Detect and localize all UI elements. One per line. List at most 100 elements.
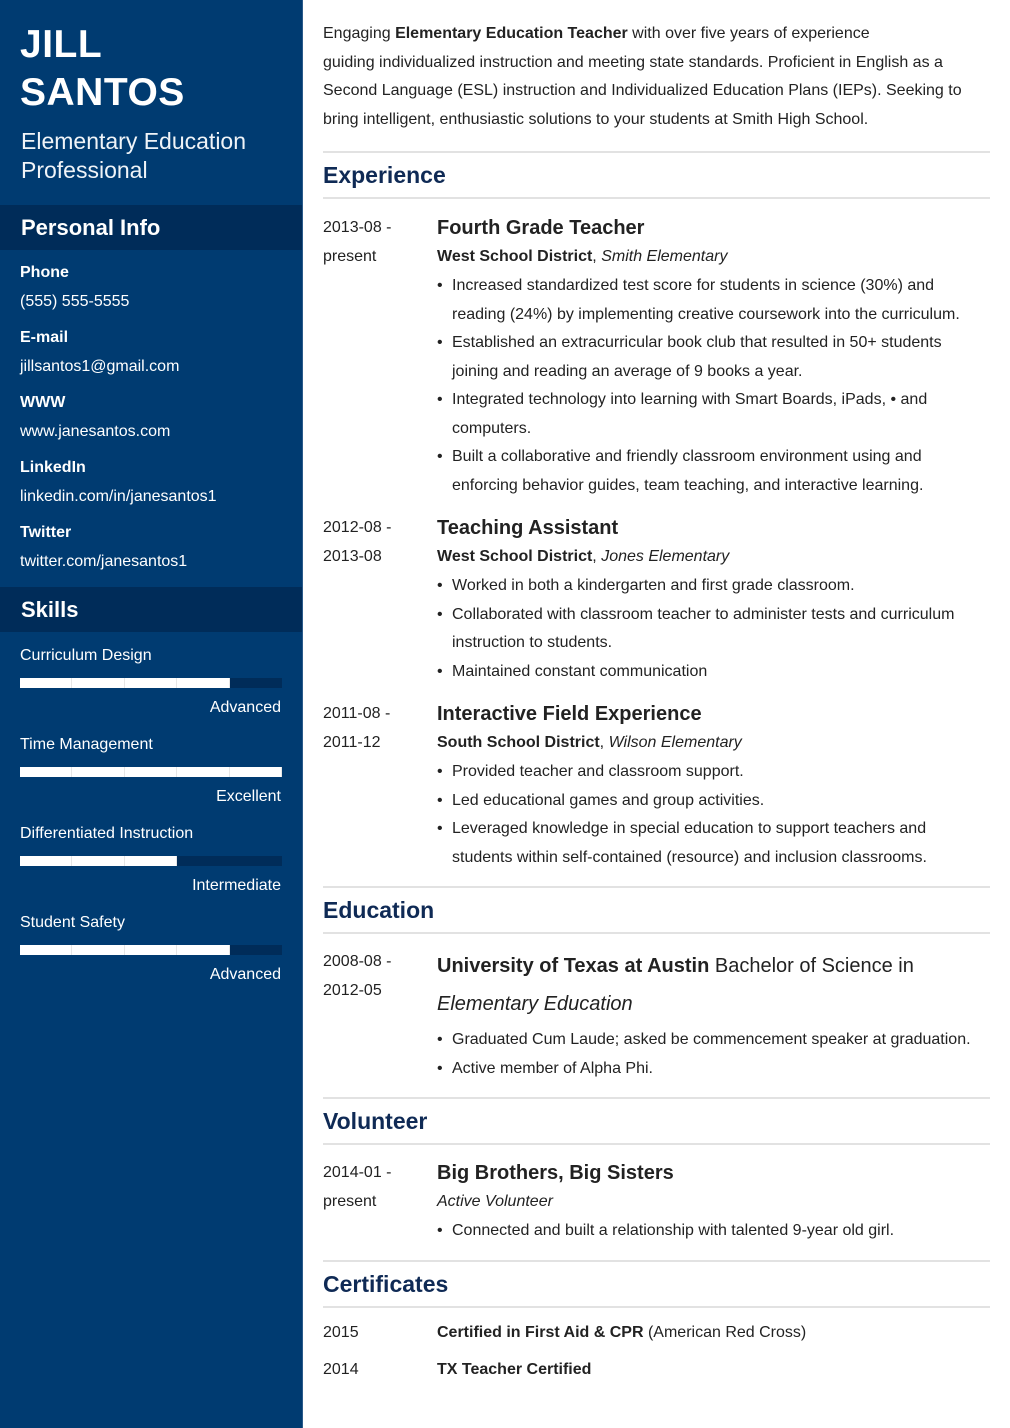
bullet-item: Graduated Cum Laude; asked be commenceme…	[437, 1026, 990, 1055]
section-divider	[323, 932, 990, 934]
date-end: 2011-12	[323, 733, 381, 751]
entry-body: University of Texas at Austin Bachelor o…	[437, 948, 990, 1083]
skill-segment-filled	[20, 767, 73, 777]
date-end: present	[323, 1192, 377, 1210]
bullet-item: Connected and built a relationship with …	[437, 1217, 990, 1246]
bullet-item: Maintained constant communication	[437, 658, 990, 687]
entry-date: 2008-08 - 2012-05	[323, 948, 437, 1083]
skill-segment-empty	[177, 856, 229, 866]
job-title: Fourth Grade Teacher	[437, 217, 645, 239]
skill-segment-empty	[230, 856, 282, 866]
skill-name: Differentiated Instruction	[20, 825, 194, 842]
phone-value[interactable]: (555) 555-5555	[20, 291, 282, 313]
personal-info-heading: Personal Info	[0, 205, 302, 250]
email-link[interactable]: jillsantos1@gmail.com	[20, 356, 282, 378]
summary: Engaging Elementary Education Teacher wi…	[323, 0, 990, 134]
first-name: JILL	[20, 23, 103, 66]
volunteer-entry: 2014-01 - present Big Brothers, Big Sist…	[323, 1159, 990, 1246]
degree-info: University of Texas at Austin Bachelor o…	[437, 948, 990, 1023]
skill-segment-filled	[177, 945, 230, 955]
skill-segment-filled	[124, 678, 178, 688]
entry-body: Interactive Field Experience South Schoo…	[437, 700, 990, 872]
linkedin-link[interactable]: linkedin.com/in/janesantos1	[20, 486, 282, 508]
skill-segment-filled	[72, 945, 125, 955]
job-title: Teaching Assistant	[437, 517, 619, 539]
skills-list: Curriculum Design Advanced Time Manageme…	[0, 632, 302, 985]
date-end: present	[323, 247, 377, 265]
skill-level-label: Excellent	[216, 788, 281, 805]
experience-entry: 2011-08 - 2011-12 Interactive Field Expe…	[323, 700, 990, 872]
candidate-title: Elementary Education Professional	[21, 128, 247, 183]
skill-item: Differentiated Instruction Intermediate	[20, 824, 282, 896]
employer-location: Wilson Elementary	[608, 734, 742, 751]
entry-body: Teaching Assistant West School District,…	[437, 514, 990, 686]
date-end: 2013-08	[323, 547, 382, 565]
employer-location: Smith Elementary	[601, 248, 728, 265]
summary-rest: guiding individualized instruction and m…	[323, 53, 962, 128]
skill-segment-filled	[177, 678, 230, 688]
skill-segment-filled	[20, 856, 73, 866]
entry-bullets: Connected and built a relationship with …	[437, 1217, 990, 1246]
entry-date: 2013-08 - present	[323, 214, 437, 500]
organization-name: Big Brothers, Big Sisters	[437, 1162, 674, 1184]
employer-name: West School District	[437, 548, 593, 565]
info-item-phone: Phone (555) 555-5555	[20, 262, 282, 313]
entry-date: 2012-08 - 2013-08	[323, 514, 437, 686]
certificate-entry: 2014 TX Teacher Certified	[323, 1351, 990, 1388]
skill-segment-empty	[230, 678, 282, 688]
entry-date: 2011-08 - 2011-12	[323, 700, 437, 872]
bullet-item: Led educational games and group activiti…	[437, 787, 990, 816]
website-link[interactable]: www.janesantos.com	[20, 421, 282, 443]
job-title: Interactive Field Experience	[437, 703, 702, 725]
skills-heading: Skills	[0, 587, 302, 632]
bullet-item: Leveraged knowledge in special education…	[437, 815, 990, 872]
skill-level-bar	[20, 767, 282, 777]
summary-line1: with over five years of experience	[627, 25, 870, 42]
experience-entry: 2013-08 - present Fourth Grade Teacher W…	[323, 214, 990, 500]
certificates-list: 2015 Certified in First Aid & CPR (Ameri…	[323, 1314, 990, 1388]
date-start: 2008-08 -	[323, 953, 392, 970]
skill-segment-filled	[124, 767, 178, 777]
employer-name: West School District	[437, 248, 593, 265]
candidate-name: JILL SANTOS	[0, 0, 302, 117]
certificate-year: 2014	[323, 1360, 359, 1378]
entry-bullets: Provided teacher and classroom support. …	[437, 758, 990, 872]
skill-segment-filled	[177, 767, 230, 777]
volunteer-heading: Volunteer	[323, 1108, 428, 1134]
certificates-heading: Certificates	[323, 1270, 449, 1297]
certificate-info: Certified in First Aid & CPR (American R…	[437, 1314, 806, 1351]
certificate-year: 2015	[323, 1323, 359, 1341]
bullet-item: Collaborated with classroom teacher to a…	[437, 601, 990, 658]
skill-level-label: Advanced	[209, 966, 281, 983]
skill-item: Curriculum Design Advanced	[20, 646, 282, 718]
twitter-link[interactable]: twitter.com/janesantos1	[20, 551, 282, 573]
field-of-study: Elementary Education	[437, 992, 633, 1015]
entry-body: Big Brothers, Big Sisters Active Volunte…	[437, 1159, 990, 1246]
info-label: LinkedIn	[20, 459, 86, 476]
certificate-info: TX Teacher Certified	[437, 1351, 591, 1388]
skill-item: Time Management Excellent	[20, 735, 282, 807]
section-divider	[323, 1143, 990, 1145]
skill-name: Time Management	[20, 736, 153, 753]
date-start: 2014-01 -	[323, 1164, 392, 1181]
info-item-twitter: Twitter twitter.com/janesantos1	[20, 522, 282, 573]
entry-date: 2014-01 - present	[323, 1159, 437, 1246]
bullet-item: Built a collaborative and friendly class…	[437, 443, 990, 500]
info-item-email: E-mail jillsantos1@gmail.com	[20, 327, 282, 378]
skill-segment-filled	[229, 767, 282, 777]
entry-body: Fourth Grade Teacher West School Distric…	[437, 214, 990, 500]
experience-heading: Experience	[323, 162, 446, 188]
info-item-linkedin: LinkedIn linkedin.com/in/janesantos1	[20, 457, 282, 508]
skill-segment-empty	[230, 945, 282, 955]
info-label: WWW	[20, 394, 66, 411]
entry-bullets: Increased standardized test score for st…	[437, 272, 990, 500]
bullet-item: Integrated technology into learning with…	[437, 386, 990, 443]
skill-item: Student Safety Advanced	[20, 913, 282, 985]
certificate-issuer: (American Red Cross)	[643, 1323, 807, 1341]
certificate-entry: 2015 Certified in First Aid & CPR (Ameri…	[323, 1314, 990, 1351]
bullet-item: Provided teacher and classroom support.	[437, 758, 990, 787]
employer: South School District, Wilson Elementary	[437, 734, 742, 751]
certificate-name: Certified in First Aid & CPR	[437, 1323, 644, 1341]
role-text: Active Volunteer	[437, 1193, 553, 1210]
skill-segment-filled	[72, 767, 125, 777]
